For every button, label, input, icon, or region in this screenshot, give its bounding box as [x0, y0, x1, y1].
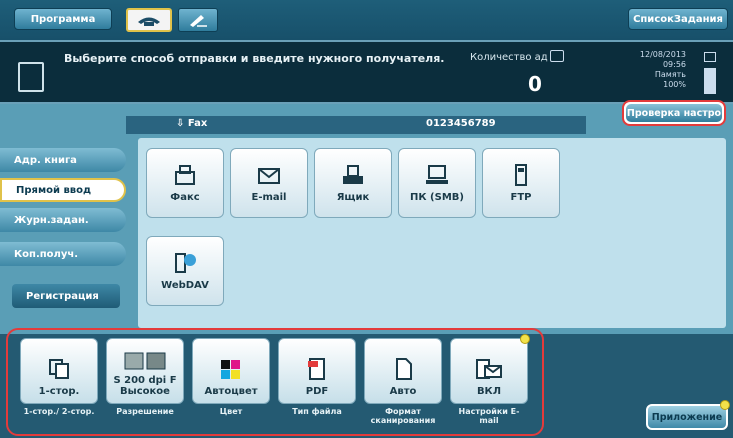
- nav-direct-input[interactable]: Прямой ввод: [0, 178, 126, 202]
- scan-size-value: Авто: [389, 386, 417, 397]
- setting-color[interactable]: Автоцвет: [192, 338, 270, 404]
- nav-registration[interactable]: Регистрация: [12, 284, 120, 308]
- file-type-caption: Тип файла: [292, 407, 342, 416]
- email-icon: [258, 167, 280, 184]
- time-text: 09:56: [662, 60, 686, 69]
- resolution-value: S 200 dpi F Высокое: [113, 375, 177, 397]
- color-icon: [221, 360, 240, 379]
- destination-bar[interactable]: ⇩ Fax 0123456789: [126, 116, 586, 134]
- dest-webdav-tile[interactable]: WebDAV: [146, 236, 224, 306]
- fax-icon: [175, 164, 195, 185]
- dest-email-tile[interactable]: E-mail: [230, 148, 308, 218]
- dest-fax-tile[interactable]: Факс: [146, 148, 224, 218]
- dest-pc-smb-tile[interactable]: ПК (SMB): [398, 148, 476, 218]
- dest-pc-smb-label: ПК (SMB): [410, 191, 464, 203]
- box-icon: [343, 164, 363, 184]
- instruction-text: Выберите способ отправки и введите нужно…: [64, 52, 445, 65]
- memory-label: Память: [654, 70, 686, 79]
- phone-icon: [138, 17, 160, 26]
- color-value: Автоцвет: [204, 386, 258, 397]
- destination-count: 0: [528, 72, 542, 96]
- email-settings-value: ВКЛ: [476, 386, 502, 397]
- count-label: Количество ад: [470, 52, 548, 63]
- dest-ftp-label: FTP: [510, 191, 532, 203]
- simplex-caption: 1-стор./ 2-стор.: [23, 407, 95, 416]
- resolution-caption: Разрешение: [116, 407, 174, 416]
- scan-size-caption: Формат сканирования: [370, 407, 436, 425]
- dest-webdav-label: WebDAV: [161, 279, 209, 291]
- resolution-icon: [124, 352, 166, 370]
- color-caption: Цвет: [219, 407, 243, 416]
- date-text: 12/08/2013: [639, 50, 686, 59]
- check-settings-button[interactable]: Проверка настро: [622, 100, 726, 126]
- job-list-button[interactable]: СписокЗадания: [628, 8, 728, 30]
- dest-fax-label: Факс: [170, 191, 200, 203]
- changed-indicator-icon: [520, 334, 530, 344]
- simplex-icon: [49, 359, 69, 379]
- document-size-icon: [396, 358, 412, 380]
- email-settings-caption: Настройки E-mail: [458, 407, 520, 425]
- pc-icon: [426, 164, 448, 184]
- counter-icon: [550, 50, 564, 62]
- pdf-icon: [308, 358, 325, 380]
- file-type-value: PDF: [305, 386, 329, 397]
- simplex-value: 1-стор.: [38, 386, 80, 397]
- dest-ftp-tile[interactable]: FTP: [482, 148, 560, 218]
- nav-job-log[interactable]: Журн.задан.: [0, 208, 126, 232]
- status-datetime: 12/08/2013 09:56 Память 100%: [632, 50, 686, 90]
- program-button[interactable]: Программа: [14, 8, 112, 30]
- destination-number: 0123456789: [426, 118, 496, 129]
- destination-type-label: Fax: [187, 118, 208, 129]
- setting-email[interactable]: ВКЛ: [450, 338, 528, 404]
- applications-button[interactable]: Приложение: [646, 404, 728, 430]
- fax-mode-button[interactable]: [126, 8, 172, 32]
- message-bar: [0, 40, 733, 104]
- document-icon: [18, 62, 44, 92]
- setting-scan-size[interactable]: Авто: [364, 338, 442, 404]
- nav-copy-recipient[interactable]: Коп.получ.: [0, 242, 126, 266]
- setting-simplex-duplex[interactable]: 1-стор.: [20, 338, 98, 404]
- ftp-icon: [515, 163, 527, 186]
- email-settings-icon: [476, 359, 502, 379]
- setting-file-type[interactable]: PDF: [278, 338, 356, 404]
- destination-type: ⇩ Fax: [176, 118, 208, 129]
- webdav-icon: [175, 252, 196, 273]
- internet-fax-mode-button[interactable]: [178, 8, 218, 32]
- nav-address-book[interactable]: Адр. книга: [0, 148, 126, 172]
- setting-resolution[interactable]: S 200 dpi F Высокое: [106, 338, 184, 404]
- memory-value: 100%: [663, 80, 686, 89]
- memory-gauge: [704, 68, 716, 94]
- dest-box-tile[interactable]: Ящик: [314, 148, 392, 218]
- pen-icon: [190, 15, 207, 27]
- dest-email-label: E-mail: [251, 191, 287, 203]
- dest-box-label: Ящик: [336, 191, 370, 203]
- apps-indicator-icon: [720, 400, 730, 410]
- toner-icon: [704, 52, 716, 62]
- check-settings-label: Проверка настро: [626, 104, 722, 122]
